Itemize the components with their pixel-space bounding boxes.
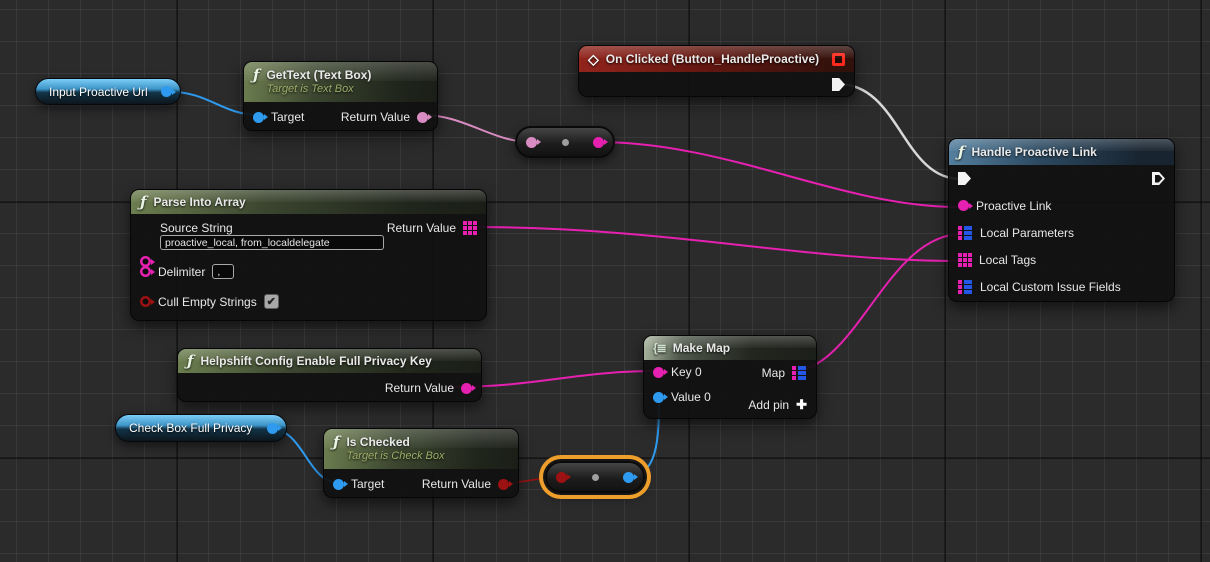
node-make-map[interactable]: {≣ Make Map Key 0 Value 0 Map Add pin ✚ (643, 335, 817, 419)
string-array-return-pin[interactable] (463, 221, 477, 235)
variable-label: Check Box Full Privacy (129, 421, 252, 435)
node-helpshift-config-key[interactable]: ƒ Helpshift Config Enable Full Privacy K… (177, 348, 482, 402)
node-title: GetText (Text Box) (266, 68, 428, 83)
function-icon: ƒ (333, 435, 339, 450)
node-header: ƒ Helpshift Config Enable Full Privacy K… (178, 349, 481, 373)
pin-label: Return Value (387, 221, 456, 235)
node-onclicked-event[interactable]: ◇ On Clicked (Button_HandleProactive) (578, 45, 855, 97)
pin-label: Return Value (341, 110, 410, 124)
event-icon: ◇ (588, 52, 599, 66)
value-output-pin[interactable] (623, 472, 634, 483)
string-return-pin[interactable] (461, 383, 472, 394)
object-output-pin[interactable] (267, 423, 278, 434)
variable-node-check-box-full-privacy[interactable]: Check Box Full Privacy (115, 414, 287, 442)
text-input-pin[interactable] (526, 137, 537, 148)
bool-return-pin[interactable] (498, 479, 509, 490)
node-title: Helpshift Config Enable Full Privacy Key (200, 354, 431, 368)
string-output-pin[interactable] (593, 137, 604, 148)
map-output-pin[interactable] (792, 366, 807, 380)
make-container-icon: {≣ (653, 341, 666, 355)
text-return-pin[interactable] (417, 112, 428, 123)
cull-checkbox-checked[interactable]: ✔ (264, 294, 279, 309)
node-subtitle: Target is Text Box (266, 83, 428, 95)
node-header: ƒ Handle Proactive Link (949, 139, 1174, 165)
node-title: Make Map (673, 341, 730, 355)
cull-row: Cull Empty Strings ✔ (140, 294, 279, 309)
delimiter-row: Delimiter (140, 264, 234, 279)
reroute-dot-icon (562, 139, 569, 146)
add-pin-label: Add pin (748, 398, 789, 412)
bool-input-pin[interactable] (556, 472, 567, 483)
blueprint-graph-canvas[interactable]: Input Proactive Url ƒ GetText (Text Box)… (0, 0, 1210, 562)
map-pin-icon[interactable] (958, 280, 973, 294)
reroute-dot-icon (592, 474, 599, 481)
exec-output-pin[interactable] (1152, 172, 1165, 185)
array-pin-icon[interactable] (958, 253, 972, 267)
pin-label: Key 0 (671, 365, 702, 379)
pin-label: Value 0 (671, 390, 711, 404)
wire-parse-to-localtags[interactable] (472, 227, 960, 261)
value0-pin[interactable] (653, 392, 664, 403)
object-output-pin[interactable] (161, 86, 172, 97)
delimiter-pin[interactable] (140, 266, 151, 277)
pin-label: Target (351, 477, 384, 491)
proactive-link-pin[interactable] (958, 200, 969, 211)
node-header: ƒ GetText (Text Box) Target is Text Box (244, 62, 437, 102)
node-title: Is Checked (346, 435, 509, 450)
value0-row: Value 0 (653, 386, 711, 408)
pin-label: Local Tags (979, 253, 1036, 267)
function-icon: ƒ (958, 145, 964, 160)
conversion-node-text-to-string[interactable] (515, 126, 615, 158)
map-output-row: Map (762, 362, 807, 384)
node-is-checked[interactable]: ƒ Is Checked Target is Check Box Target … (323, 428, 519, 498)
function-icon: ƒ (187, 354, 193, 369)
node-parse-into-array[interactable]: ƒ Parse Into Array Source String Delimit… (130, 189, 487, 321)
variable-node-input-proactive-url[interactable]: Input Proactive Url (35, 78, 181, 105)
key0-pin[interactable] (653, 367, 664, 378)
pin-label: Target (271, 110, 304, 124)
pin-label: Local Custom Issue Fields (980, 280, 1121, 294)
function-icon: ƒ (253, 68, 259, 83)
variable-label: Input Proactive Url (49, 85, 148, 99)
node-title: Parse Into Array (153, 195, 245, 209)
delimiter-input[interactable] (212, 264, 234, 279)
pin-label: Return Value (385, 381, 454, 395)
node-header: ƒ Is Checked Target is Check Box (324, 429, 518, 469)
pin-label: Delimiter (158, 265, 205, 279)
pin-label: Cull Empty Strings (158, 295, 257, 309)
node-header: {≣ Make Map (644, 336, 816, 360)
wire-conv-to-proactivelink[interactable] (597, 142, 959, 207)
wire-exec-onclicked-to-handle[interactable] (838, 84, 961, 179)
node-title: Handle Proactive Link (971, 145, 1096, 159)
plus-icon: ✚ (796, 397, 807, 413)
exec-output-pin[interactable] (832, 78, 845, 91)
node-gettext[interactable]: ƒ GetText (Text Box) Target is Text Box … (243, 61, 438, 131)
source-string-input[interactable] (160, 235, 384, 250)
pin-label: Map (762, 366, 785, 380)
node-subtitle: Target is Check Box (346, 450, 509, 462)
pin-label: Source String (160, 221, 233, 235)
delegate-pin-icon[interactable] (832, 53, 845, 66)
add-pin-row[interactable]: Add pin ✚ (748, 394, 807, 416)
map-pin-icon[interactable] (958, 226, 973, 240)
node-header: ◇ On Clicked (Button_HandleProactive) (579, 46, 854, 72)
function-icon: ƒ (140, 195, 146, 210)
exec-input-pin[interactable] (958, 172, 971, 185)
pin-label: Proactive Link (976, 199, 1051, 213)
cull-empty-strings-pin[interactable] (140, 296, 151, 307)
node-header: ƒ Parse Into Array (131, 190, 486, 214)
key0-row: Key 0 (653, 361, 702, 383)
node-title: On Clicked (Button_HandleProactive) (606, 52, 819, 66)
return-row: Return Value (387, 221, 477, 235)
pin-label: Return Value (422, 477, 491, 491)
conversion-node-bool-selected[interactable] (545, 461, 645, 493)
pin-label: Local Parameters (980, 226, 1074, 240)
node-handle-proactive-link[interactable]: ƒ Handle Proactive Link Proactive Link L… (948, 138, 1175, 302)
target-input-pin[interactable] (253, 112, 264, 123)
target-input-pin[interactable] (333, 479, 344, 490)
